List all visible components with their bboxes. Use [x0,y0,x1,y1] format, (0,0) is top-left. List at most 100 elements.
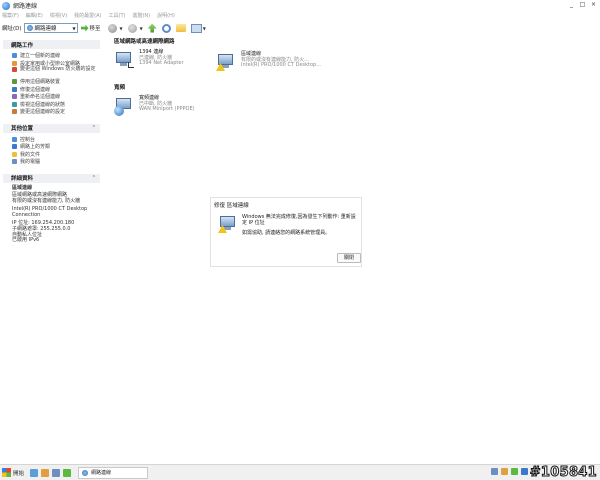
address-value: 網路連線 [34,26,57,32]
network-places-icon [12,144,17,150]
menu-tools[interactable]: 工具(T) [109,12,126,19]
status-icon [12,101,17,107]
close-button[interactable]: × [589,1,598,9]
place-label: 我的電腦 [20,159,41,166]
views-button[interactable]: ▼ [190,22,207,34]
connection-device: Intel(R) PRO/1000 CT Desktop... [241,62,321,69]
forward-button[interactable]: ▼ [127,22,144,34]
browser-icon[interactable] [30,468,39,477]
volume-icon[interactable] [501,468,508,475]
network-connections-icon [2,1,10,10]
back-icon [107,23,117,33]
place-network-places[interactable]: 網路上的芳鄰 [12,143,100,151]
folders-button[interactable] [175,22,187,34]
broadband-connection-icon [114,96,136,116]
menu-help[interactable]: 說明(H) [157,12,175,19]
menu-bar: 檔案(F) 編輯(E) 檢視(V) 我的最愛(A) 工具(T) 進階(N) 說明… [0,11,600,20]
disable-device-icon [12,79,17,85]
connection-broadband[interactable]: 寬頻連線 已中斷, 防火牆 WAN Miniport (PPPOE) [114,95,195,116]
menu-edit[interactable]: 編輯(E) [26,12,43,19]
task-view-status[interactable]: 檢視這個連線的狀態 [12,101,100,109]
menu-file[interactable]: 檔案(F) [2,12,19,19]
other-places-header[interactable]: 其他位置 ⌃ [3,123,100,133]
menu-advanced[interactable]: 進階(N) [132,12,150,19]
maximize-button[interactable]: □ [578,1,587,9]
up-button[interactable] [147,22,158,34]
network-tasks-header[interactable]: 網路工作 [3,40,100,49]
connection-1394[interactable]: 1394 連線 已連線, 防火牆 1394 Net Adapter [114,49,184,70]
task-label: 檢視這個連線的狀態 [20,101,66,108]
task-disable-device[interactable]: 停用這個網路裝置 [12,78,100,86]
network-icon [26,25,33,31]
window-controls: _ □ × [567,1,598,9]
monitor-icon [218,54,233,65]
desktop-icon[interactable] [52,468,61,477]
start-button[interactable]: 開始 [0,468,24,477]
place-label: 網路上的芳鄰 [20,144,51,151]
media-icon[interactable] [41,468,50,477]
go-button[interactable]: 移至 [80,24,101,32]
place-control-panel[interactable]: 控制台 [12,136,100,144]
address-field[interactable]: 網路連線 ▼ [23,23,78,33]
task-firewall-settings[interactable]: 變更這個 Windows 防火牆的設定 [12,66,100,78]
back-button[interactable]: ▼ [107,22,124,34]
network-tray-icon[interactable] [491,468,498,475]
task-change-settings[interactable]: 變更這個連線的設定 [12,108,100,116]
dialog-message-help: 如需協助, 請連絡您的網路系統管理員。 [242,230,331,236]
rename-icon [12,94,17,100]
dialog-close-button[interactable]: 關閉 [337,253,361,263]
panel-title: 其他位置 [11,126,34,132]
chevron-down-icon[interactable]: ▼ [72,26,75,31]
security-icon[interactable] [511,468,518,475]
tray-icon[interactable] [521,468,528,475]
new-connection-icon [12,53,17,59]
connection-local-area[interactable]: 區域連線 有限的或沒有連線能力, 防火... Intel(R) PRO/1000… [216,51,321,72]
task-create-connection[interactable]: 建立一個新的連線 [12,52,100,60]
folders-icon [175,24,186,32]
search-button[interactable] [161,22,172,34]
chevron-down-icon[interactable]: ▼ [120,26,123,31]
repair-icon [12,86,17,92]
panel-title: 網路工作 [11,42,34,49]
broadband-group-heading: 寬頻 [114,85,126,91]
computer-icon [12,159,17,165]
settings-icon [12,109,17,115]
place-my-documents[interactable]: 我的文件 [12,151,100,159]
network-connection-icon [114,50,136,70]
dialog-message-main: Windows 無法完成修復,因為發生下列動作: 重新設定 IP 位址 [242,214,356,226]
menu-view[interactable]: 檢視(V) [50,12,67,19]
id-watermark: #105841 [529,465,597,480]
task-label: 變更這個 Windows 防火牆的設定 [20,66,96,72]
chevron-up-icon[interactable]: ⌃ [92,125,96,131]
task-repair-connection[interactable]: 修復這個連線 [12,86,100,94]
go-label: 移至 [89,26,101,32]
cable-icon [128,62,134,68]
chevron-down-icon[interactable]: ▼ [140,26,143,31]
address-label: 網址(D) [2,26,22,32]
folder-icon [12,151,17,157]
taskbar-network-connections[interactable]: 網路連線 [78,466,149,479]
chevron-down-icon[interactable]: ▼ [203,26,206,31]
connection-text: 寬頻連線 已中斷, 防火牆 WAN Miniport (PPPOE) [139,95,195,113]
minimize-button[interactable]: _ [567,1,576,9]
search-icon [161,23,171,33]
menu-favorites[interactable]: 我的最愛(A) [74,12,101,19]
title-bar: 網路連線 _ □ × [0,0,600,11]
network-tasks-panel: 網路工作 建立一個新的連線 設定家用或小型辦公室網路 變更這個 Windows … [3,40,100,120]
place-my-computer[interactable]: 我的電腦 [12,158,100,166]
views-icon [190,23,202,33]
details-header[interactable]: 詳細資料 ⌃ [3,173,100,183]
connection-device: 1394 Net Adapter [139,60,184,67]
taskbar: 開始 網路連線 #105841 [0,464,600,480]
globe-icon [114,106,124,116]
quicklaunch-icon[interactable] [63,468,72,477]
repair-dialog: 修復 區域連線 Windows 無法完成修復,因為發生下列動作: 重新設定 IP… [210,197,362,267]
chevron-up-icon[interactable]: ⌃ [92,175,96,181]
windows-logo-icon [2,468,11,477]
task-rename-connection[interactable]: 重新命名這個連線 [12,93,100,101]
other-places-list: 控制台 網路上的芳鄰 我的文件 我的電腦 [3,133,100,170]
task-label: 變更這個連線的設定 [20,109,66,116]
place-label: 控制台 [20,136,36,143]
connection-text: 區域連線 有限的或沒有連線能力, 防火... Intel(R) PRO/1000… [241,51,321,69]
forward-icon [127,23,137,33]
